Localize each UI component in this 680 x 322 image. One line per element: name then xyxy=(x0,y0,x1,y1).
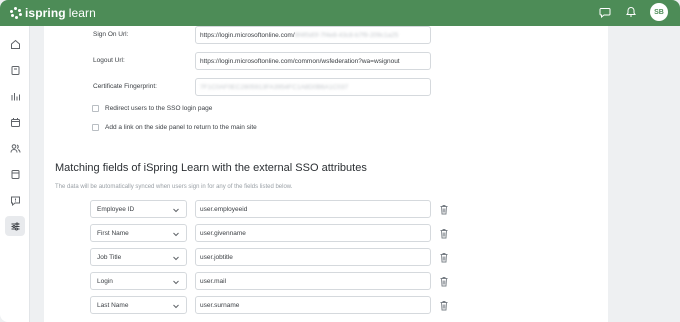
logout-url-label: Logout Url: xyxy=(93,57,125,64)
settings-sliders-icon[interactable] xyxy=(5,216,25,236)
app-window: ispring learn SB Sign On Url: https://lo… xyxy=(0,0,680,322)
ispring-logo-icon xyxy=(10,7,22,19)
sso-attribute-value: user.mail xyxy=(200,278,227,285)
feedback-icon[interactable] xyxy=(7,192,23,208)
sign-on-url-blurred: 9f4f0d0f-7f4e8-43c8-b7f9-209c1a25 xyxy=(294,32,399,39)
certificate-fingerprint-blurred: 7F1C0AF0EC2805913FA3954FC1A8D0B6A1C037 xyxy=(200,84,349,91)
certificate-fingerprint-label: Certificate Fingerprint: xyxy=(93,83,157,90)
mapping-section-description: The data will be automatically synced wh… xyxy=(55,184,293,190)
right-side-panel xyxy=(608,26,680,322)
field-select-value: Job Title xyxy=(97,254,122,261)
logout-url-value: https://login.microsoftonline.com/common… xyxy=(200,58,400,65)
redirect-sso-option[interactable]: Redirect users to the SSO login page xyxy=(92,105,212,112)
certificate-fingerprint-field[interactable]: 7F1C0AF0EC2805913FA3954FC1A8D0B6A1C037 xyxy=(195,78,431,96)
trash-icon[interactable] xyxy=(439,300,449,311)
sso-attribute-input[interactable]: user.employeeid xyxy=(195,200,431,218)
field-select-value: Employee ID xyxy=(97,206,135,213)
mapping-row: Employee ID user.employeeid xyxy=(90,200,450,218)
reports-chart-icon[interactable] xyxy=(7,88,23,104)
sso-attribute-value: user.jobtitle xyxy=(200,254,233,261)
field-select-value: First Name xyxy=(97,230,129,237)
chevron-down-icon xyxy=(173,208,179,213)
mapping-row: Last Name user.surname xyxy=(90,296,450,314)
sign-on-url-label: Sign On Url: xyxy=(93,31,129,38)
sign-on-url-value: https://login.microsoftonline.com/ xyxy=(200,32,295,39)
calendar-icon[interactable] xyxy=(7,114,23,130)
chevron-down-icon xyxy=(173,232,179,237)
top-bar: ispring learn SB xyxy=(0,0,680,26)
sidebar xyxy=(0,26,30,322)
home-icon[interactable] xyxy=(7,36,23,52)
sign-on-url-field[interactable]: https://login.microsoftonline.com/9f4f0d… xyxy=(195,26,431,44)
trash-icon[interactable] xyxy=(439,204,449,215)
bell-icon[interactable] xyxy=(624,5,638,19)
logo-text-bold: ispring xyxy=(25,6,66,20)
sso-settings-panel: Sign On Url: https://login.microsoftonli… xyxy=(44,26,608,322)
mapping-row: First Name user.givenname xyxy=(90,224,450,242)
sso-attribute-value: user.surname xyxy=(200,302,240,309)
field-select-value: Login xyxy=(97,278,113,285)
user-avatar[interactable]: SB xyxy=(650,3,668,21)
chevron-down-icon xyxy=(173,280,179,285)
field-select[interactable]: Login xyxy=(90,272,187,290)
users-icon[interactable] xyxy=(7,140,23,156)
book-icon[interactable] xyxy=(7,62,23,78)
sso-attribute-value: user.employeeid xyxy=(200,206,248,213)
sso-attribute-input[interactable]: user.jobtitle xyxy=(195,248,431,266)
redirect-sso-checkbox[interactable] xyxy=(92,105,99,112)
sso-attribute-input[interactable]: user.mail xyxy=(195,272,431,290)
field-select[interactable]: First Name xyxy=(90,224,187,242)
trash-icon[interactable] xyxy=(439,252,449,263)
mapping-row: Job Title user.jobtitle xyxy=(90,248,450,266)
return-link-label: Add a link on the side panel to return t… xyxy=(105,124,257,131)
field-select[interactable]: Last Name xyxy=(90,296,187,314)
mapping-section-title: Matching fields of iSpring Learn with th… xyxy=(55,162,367,174)
chat-icon[interactable] xyxy=(598,5,612,19)
return-link-option[interactable]: Add a link on the side panel to return t… xyxy=(92,124,257,131)
trash-icon[interactable] xyxy=(439,228,449,239)
field-select[interactable]: Job Title xyxy=(90,248,187,266)
field-select[interactable]: Employee ID xyxy=(90,200,187,218)
mapping-row: Login user.mail xyxy=(90,272,450,290)
app-logo[interactable]: ispring learn xyxy=(10,5,96,21)
field-select-value: Last Name xyxy=(97,302,129,309)
trash-icon[interactable] xyxy=(439,276,449,287)
return-link-checkbox[interactable] xyxy=(92,124,99,131)
logout-url-field[interactable]: https://login.microsoftonline.com/common… xyxy=(195,52,431,70)
chevron-down-icon xyxy=(173,304,179,309)
sso-attribute-value: user.givenname xyxy=(200,230,246,237)
sso-attribute-input[interactable]: user.surname xyxy=(195,296,431,314)
logo-text-light: learn xyxy=(68,6,96,20)
sso-attribute-input[interactable]: user.givenname xyxy=(195,224,431,242)
tasks-icon[interactable] xyxy=(7,166,23,182)
redirect-sso-label: Redirect users to the SSO login page xyxy=(105,105,213,112)
chevron-down-icon xyxy=(173,256,179,261)
